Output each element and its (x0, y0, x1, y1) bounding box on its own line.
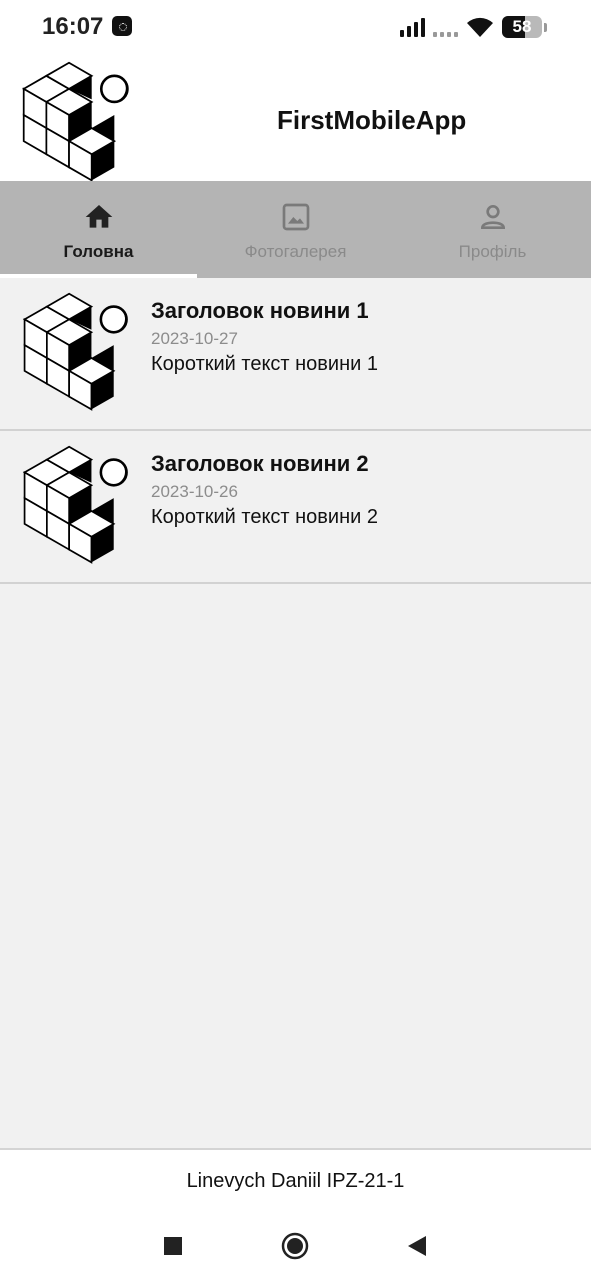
footer-text: Linevych Daniil IPZ-21-1 (186, 1170, 405, 1192)
notification-icon (112, 16, 132, 36)
news-item[interactable]: Заголовок новини 2 2023-10-26 Короткий т… (0, 431, 591, 584)
tab-gallery-label: Фотогалерея (244, 242, 347, 261)
tab-gallery[interactable]: Фотогалерея (197, 181, 394, 278)
status-icons: 58 (400, 14, 547, 40)
status-bar: 16:07 58 (0, 0, 591, 54)
news-text: Короткий текст новини 1 (151, 353, 379, 375)
battery-percent: 58 (512, 17, 532, 36)
news-title: Заголовок новини 1 (151, 298, 369, 323)
footer: Linevych Daniil IPZ-21-1 (0, 1148, 591, 1212)
news-date: 2023-10-27 (151, 329, 238, 348)
status-time: 16:07 (42, 13, 104, 40)
news-list: Заголовок новини 1 2023-10-27 Короткий т… (0, 278, 591, 584)
news-title: Заголовок новини 2 (151, 451, 369, 476)
cubes-logo-icon (22, 61, 129, 182)
tab-profile-label: Профіль (458, 242, 527, 261)
app-title: FirstMobileApp (277, 105, 467, 135)
tab-bar: Головна Фотогалерея Профіль (0, 181, 591, 278)
wifi-icon (467, 17, 493, 37)
battery-cap (544, 22, 547, 32)
person-icon (480, 205, 505, 229)
cubes-logo-icon (23, 292, 128, 411)
news-item[interactable]: Заголовок новини 1 2023-10-27 Короткий т… (0, 278, 591, 431)
tab-profile[interactable]: Профіль (394, 181, 591, 278)
system-nav-bar (0, 1210, 591, 1280)
tab-home-label: Головна (63, 242, 134, 261)
news-date: 2023-10-26 (151, 482, 238, 501)
tab-home[interactable]: Головна (0, 181, 197, 278)
recents-square-icon[interactable] (159, 1232, 187, 1260)
home-icon (85, 205, 112, 228)
battery-icon: 58 (502, 16, 542, 38)
news-text: Короткий текст новини 2 (151, 506, 379, 528)
app-header: FirstMobileApp (0, 54, 591, 182)
cubes-logo-icon (23, 445, 128, 564)
signal-icon (400, 17, 425, 37)
signal-secondary-icon (433, 17, 458, 37)
home-circle-icon[interactable] (281, 1232, 309, 1260)
back-triangle-icon[interactable] (403, 1232, 431, 1260)
image-icon (282, 203, 309, 231)
